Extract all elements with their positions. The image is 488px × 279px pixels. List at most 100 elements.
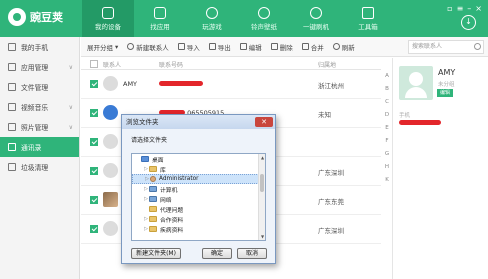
export-button[interactable]: 导出: [208, 42, 231, 52]
chevron-down-icon: ∨: [68, 63, 73, 71]
folder-tree-item[interactable]: ▷ 网络: [132, 194, 265, 204]
delete-label: 删除: [279, 43, 293, 52]
alpha-index-letter[interactable]: H: [382, 161, 392, 174]
media-icon: [8, 103, 16, 111]
nav-my-device[interactable]: 我的设备: [82, 0, 134, 37]
row-checkbox[interactable]: [90, 167, 98, 175]
avatar: [103, 192, 118, 207]
contact-avatar: [399, 66, 433, 100]
select-all-checkbox[interactable]: [90, 60, 98, 68]
photo-icon: [8, 123, 16, 131]
nav-games[interactable]: 玩游戏: [186, 0, 238, 37]
browse-folder-dialog: 浏览文件夹 ✕ 请选择文件夹 桌面 ▷ 库 ▷ Administrator ▷ …: [121, 114, 276, 264]
nav-flash[interactable]: 一键刷机: [290, 0, 342, 37]
alpha-index-letter[interactable]: K: [382, 174, 392, 187]
sidebar-item-label: 照片管理: [21, 124, 49, 132]
nav-label: 铃声壁纸: [251, 22, 277, 31]
contact-name: AMY: [123, 80, 138, 88]
row-checkbox[interactable]: [90, 196, 98, 204]
export-label: 导出: [217, 43, 231, 52]
folder-tree-item[interactable]: ▷ 合作资料: [132, 214, 265, 224]
alpha-index-letter[interactable]: B: [382, 83, 392, 96]
alpha-index-letter[interactable]: D: [382, 109, 392, 122]
new-contact-button[interactable]: 新建联系人: [127, 42, 169, 52]
search-icon[interactable]: [474, 43, 481, 50]
music-icon: [258, 6, 270, 19]
sidebar-item-contacts[interactable]: 通讯录: [0, 137, 79, 157]
folder-tree-item-selected[interactable]: ▷ Administrator: [132, 174, 265, 184]
sidebar-item-files[interactable]: 文件管理: [0, 77, 79, 97]
folder-tree-item[interactable]: 代理问题: [132, 204, 265, 214]
contact-detail-panel: AMY 未分组 编辑 手机: [392, 58, 488, 279]
alpha-index-letter[interactable]: F: [382, 135, 392, 148]
logo-icon: [8, 8, 26, 26]
folder-icon: [149, 206, 157, 212]
folder-tree-item[interactable]: ▷ 疾病资料: [132, 224, 265, 234]
refresh-button[interactable]: 刷新: [332, 42, 355, 52]
folder-tree-item[interactable]: ▷ 计算机: [132, 184, 265, 194]
column-header-name[interactable]: 联系人: [103, 60, 121, 69]
desktop-icon: [141, 156, 149, 162]
expand-group-label: 展开分组: [87, 43, 113, 52]
nav-label: 一键刷机: [303, 22, 329, 31]
scroll-thumb[interactable]: [260, 174, 264, 192]
menu-icon[interactable]: ≡: [457, 4, 464, 13]
search-input[interactable]: 搜索联系人: [408, 40, 484, 54]
apps-icon: [8, 63, 16, 71]
contact-phone-redacted: [159, 80, 203, 88]
column-header-location[interactable]: 归属地: [318, 60, 336, 69]
row-checkbox[interactable]: [90, 109, 98, 117]
sidebar-item-apps[interactable]: 应用管理 ∨: [0, 57, 79, 77]
alpha-index-letter[interactable]: C: [382, 96, 392, 109]
game-icon: [206, 6, 218, 19]
folder-icon: [149, 166, 157, 172]
alpha-index-letter[interactable]: A: [382, 70, 392, 83]
refresh-label: 刷新: [341, 43, 355, 52]
app-logo[interactable]: 豌豆荚: [8, 8, 63, 26]
merge-button[interactable]: 合并: [301, 42, 324, 52]
import-button[interactable]: 导入: [177, 42, 200, 52]
sidebar-item-label: 应用管理: [21, 64, 49, 72]
nav-ringtones[interactable]: 铃声壁纸: [238, 0, 290, 37]
detail-edit-button[interactable]: 编辑: [437, 89, 453, 97]
sidebar-item-my-phone[interactable]: 我的手机: [0, 37, 79, 57]
ok-button[interactable]: 确定: [202, 248, 232, 259]
top-bar: 豌豆荚 我的设备 找应用 玩游戏 铃声壁纸 一键刷机 工具箱 ▫ ≡ – × ↓: [0, 0, 488, 37]
folder-label: 库: [160, 167, 166, 174]
folder-tree-item[interactable]: 桌面: [132, 154, 265, 164]
row-checkbox[interactable]: [90, 138, 98, 146]
nav-find-apps[interactable]: 找应用: [134, 0, 186, 37]
column-header-phone[interactable]: 联系号码: [159, 60, 183, 69]
edit-button[interactable]: 编辑: [239, 42, 262, 52]
row-checkbox[interactable]: [90, 225, 98, 233]
nav-toolbox[interactable]: 工具箱: [342, 0, 394, 37]
new-folder-button[interactable]: 新建文件夹(M): [131, 248, 181, 259]
sidebar-item-label: 我的手机: [21, 44, 49, 52]
alpha-index-letter[interactable]: G: [382, 148, 392, 161]
download-icon[interactable]: ↓: [461, 15, 476, 30]
sidebar-item-label: 通讯录: [21, 144, 42, 152]
skin-icon[interactable]: ▫: [447, 4, 452, 13]
sidebar-item-cleanup[interactable]: 垃圾清理: [0, 157, 79, 177]
row-checkbox[interactable]: [90, 80, 98, 88]
dialog-title-bar[interactable]: 浏览文件夹 ✕: [122, 115, 275, 129]
detail-phone-redacted: [399, 119, 441, 127]
cancel-button[interactable]: 取消: [237, 248, 267, 259]
table-row[interactable]: AMY 浙江杭州: [81, 70, 381, 99]
scroll-up-icon[interactable]: ▲: [259, 155, 265, 160]
sidebar-item-media[interactable]: 视频音乐 ∨: [0, 97, 79, 117]
dialog-close-button[interactable]: ✕: [255, 117, 273, 127]
sidebar-item-photos[interactable]: 照片管理 ∨: [0, 117, 79, 137]
alpha-index-letter[interactable]: E: [382, 122, 392, 135]
delete-button[interactable]: 删除: [270, 42, 293, 52]
folder-icon: [149, 226, 157, 232]
tree-scrollbar[interactable]: ▲ ▼: [258, 154, 265, 240]
expand-group-button[interactable]: 展开分组 ▾: [87, 42, 118, 52]
close-icon[interactable]: ×: [475, 4, 482, 13]
scroll-down-icon[interactable]: ▼: [259, 234, 265, 239]
refresh-icon: [332, 43, 340, 50]
toolbox-icon: [362, 6, 374, 19]
import-label: 导入: [186, 43, 200, 52]
folder-tree-item[interactable]: ▷ 库: [132, 164, 265, 174]
minimize-icon[interactable]: –: [467, 4, 471, 13]
